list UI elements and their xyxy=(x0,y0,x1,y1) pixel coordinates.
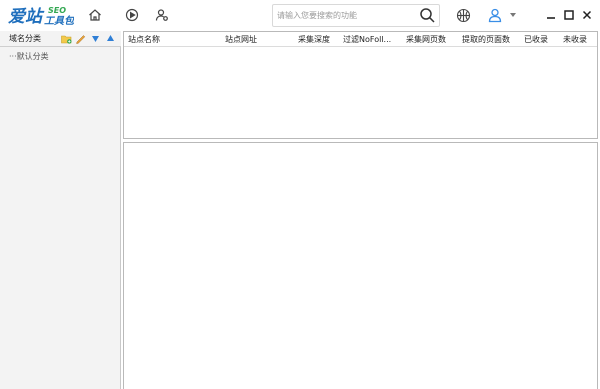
maximize-button[interactable] xyxy=(563,8,575,22)
search-box[interactable] xyxy=(272,4,440,27)
column-header-crawl-depth[interactable]: 采集深度 xyxy=(298,34,330,45)
column-header-site-name[interactable]: 站点名称 xyxy=(128,34,160,45)
edit-icon[interactable] xyxy=(75,33,86,44)
domain-category-panel: 域名分类 ···默认分类 xyxy=(0,31,121,389)
home-icon[interactable] xyxy=(86,6,104,24)
top-toolbar: 爱站 SEO 工具包 xyxy=(0,0,600,31)
left-panel-title: 域名分类 xyxy=(9,34,41,43)
user-settings-icon[interactable] xyxy=(153,6,171,24)
svg-text:爱站: 爱站 xyxy=(8,7,45,27)
search-icon[interactable] xyxy=(419,7,436,24)
add-folder-icon[interactable] xyxy=(61,33,72,44)
app-logo: 爱站 SEO 工具包 xyxy=(8,3,75,27)
svg-text:工具包: 工具包 xyxy=(44,15,74,27)
svg-text:SEO: SEO xyxy=(48,6,66,15)
detail-panel xyxy=(123,142,598,389)
column-header-indexed[interactable]: 已收录 xyxy=(524,34,548,45)
play-icon[interactable] xyxy=(123,6,141,24)
site-table: 站点名称 站点网址 采集深度 过滤NoFoll... 采集网页数 提取的页面数 … xyxy=(123,31,598,139)
column-header-site-url[interactable]: 站点网址 xyxy=(225,34,257,45)
column-header-extracted-pages[interactable]: 提取的页面数 xyxy=(462,34,510,45)
move-up-icon[interactable] xyxy=(105,33,116,44)
move-down-icon[interactable] xyxy=(90,33,101,44)
basketball-icon[interactable] xyxy=(454,6,472,24)
left-panel-header: 域名分类 xyxy=(0,31,121,47)
column-header-not-indexed[interactable]: 未收录 xyxy=(563,34,587,45)
column-header-crawled-pages[interactable]: 采集网页数 xyxy=(406,34,446,45)
table-header: 站点名称 站点网址 采集深度 过滤NoFoll... 采集网页数 提取的页面数 … xyxy=(124,32,597,47)
tree-item-default-category[interactable]: ···默认分类 xyxy=(9,51,49,62)
close-button[interactable] xyxy=(581,8,593,22)
column-header-filter-nofollow[interactable]: 过滤NoFoll... xyxy=(343,34,391,45)
search-input[interactable] xyxy=(277,7,415,24)
minimize-button[interactable] xyxy=(545,8,557,22)
user-icon[interactable] xyxy=(486,6,504,24)
dropdown-arrow-icon[interactable] xyxy=(508,6,518,24)
